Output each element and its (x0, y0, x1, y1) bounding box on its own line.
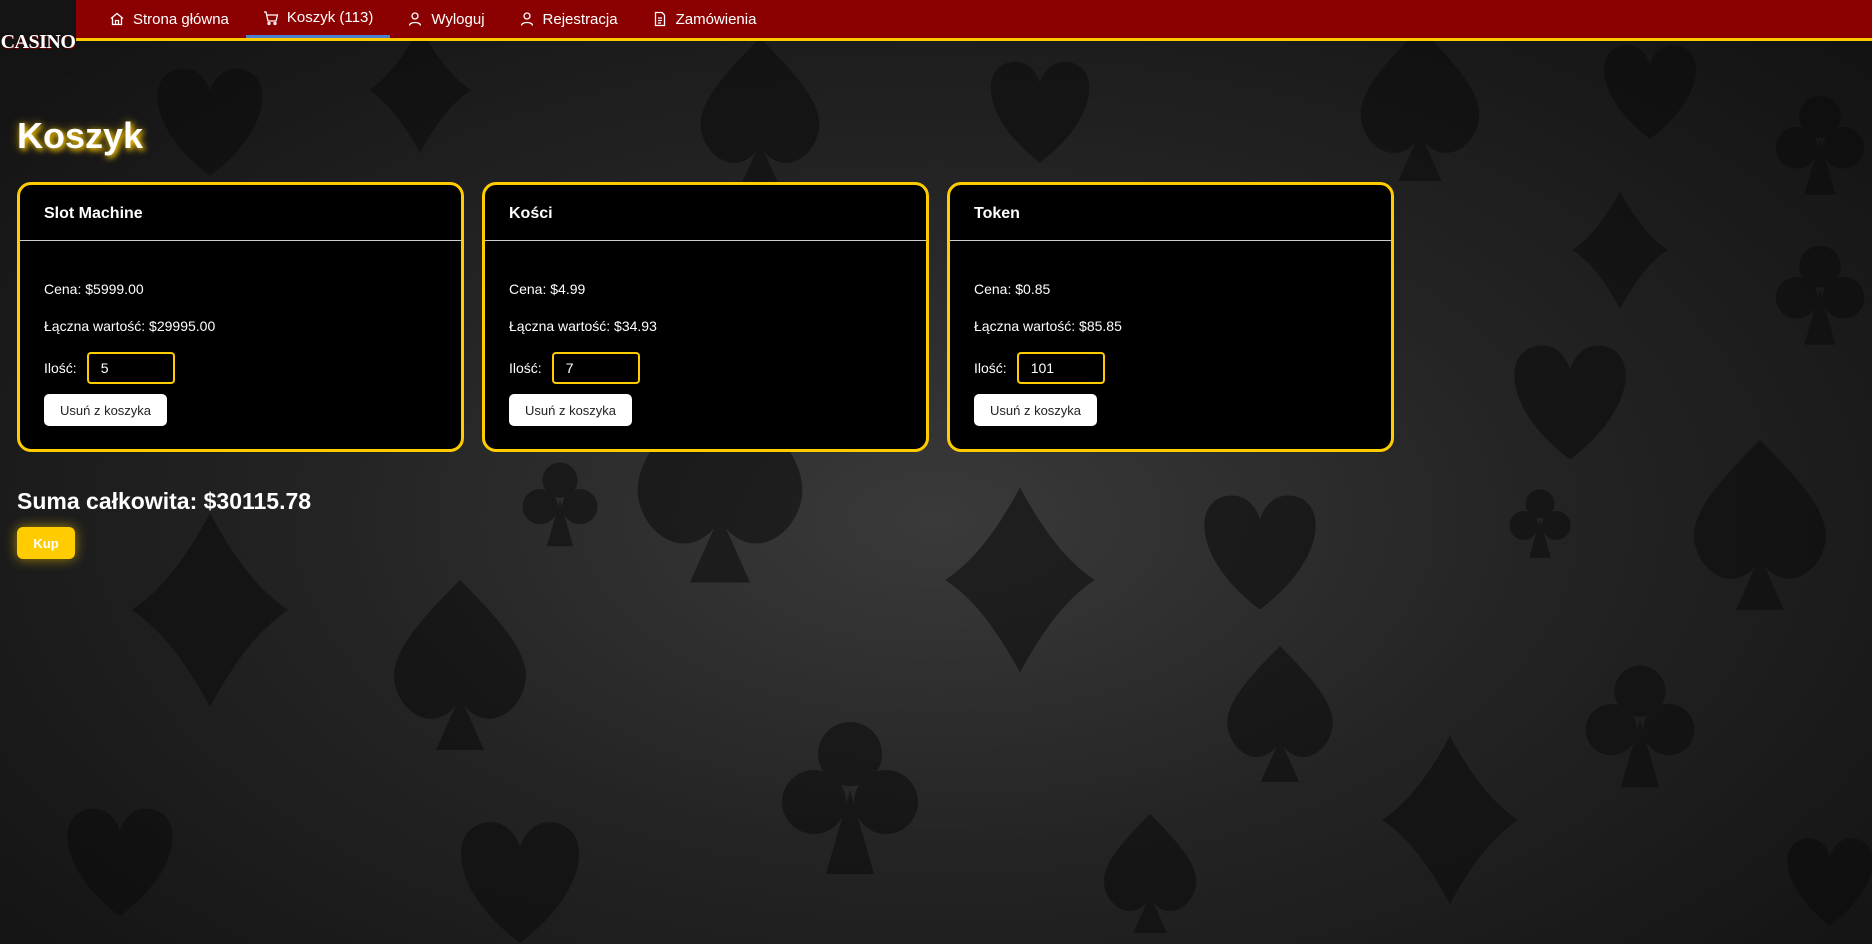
page-title: Koszyk (17, 115, 144, 156)
nav-item-logout[interactable]: Wyloguj (390, 0, 501, 38)
quantity-label: Ilość: (509, 360, 542, 376)
quantity-label: Ilość: (44, 360, 77, 376)
item-price: Cena: $0.85 (974, 281, 1051, 297)
top-navbar: CASINO Strona główna Koszyk (113) Wylogu… (0, 0, 1872, 76)
remove-from-cart-button[interactable]: Usuń z koszyka (974, 394, 1098, 426)
buy-button[interactable]: Kup (17, 527, 75, 559)
nav-item-label: Rejestracja (542, 10, 618, 28)
item-price: Cena: $5999.00 (44, 281, 144, 297)
item-total: Łączna wartość: $34.93 (509, 318, 657, 334)
nav-item-label: Wyloguj (431, 10, 485, 28)
document-icon (652, 11, 668, 27)
cart-items: Slot Machine Cena: $5999.00 Łączna warto… (17, 182, 1394, 452)
cart-page: Koszyk Slot Machine Cena: $5999.00 Łączn… (17, 115, 1394, 559)
item-price: Cena: $4.99 (509, 281, 586, 297)
nav-item-orders[interactable]: Zamówienia (635, 0, 774, 38)
item-name: Slot Machine (20, 185, 461, 241)
item-name: Kości (485, 185, 926, 241)
nav-item-home[interactable]: Strona główna (92, 0, 246, 38)
nav-item-label: Koszyk (113) (286, 9, 374, 26)
nav-item-label: Strona główna (133, 10, 229, 28)
logo-text: CASINO (0, 30, 76, 53)
nav-item-cart[interactable]: Koszyk (113) (245, 0, 391, 38)
nav-menu: Strona główna Koszyk (113) Wyloguj Rejes… (92, 0, 773, 38)
remove-from-cart-button[interactable]: Usuń z koszyka (44, 394, 168, 426)
cart-total: Suma całkowita: $30115.78 (17, 488, 312, 514)
quantity-input[interactable] (86, 352, 175, 384)
nav-item-register[interactable]: Rejestracja (502, 0, 635, 38)
cart-icon (263, 10, 279, 26)
quantity-label: Ilość: (974, 360, 1007, 376)
user-icon (407, 11, 423, 27)
casino-logo[interactable]: CASINO (0, 0, 76, 76)
remove-from-cart-button[interactable]: Usuń z koszyka (509, 394, 633, 426)
cart-item-card: Token Cena: $0.85 Łączna wartość: $85.85… (947, 182, 1394, 452)
cart-item-card: Slot Machine Cena: $5999.00 Łączna warto… (17, 182, 464, 452)
item-name: Token (950, 185, 1391, 241)
item-total: Łączna wartość: $85.85 (974, 318, 1122, 334)
item-total: Łączna wartość: $29995.00 (44, 318, 216, 334)
nav-item-label: Zamówienia (675, 10, 757, 28)
quantity-input[interactable] (551, 352, 640, 384)
cart-item-card: Kości Cena: $4.99 Łączna wartość: $34.93… (482, 182, 929, 452)
quantity-input[interactable] (1016, 352, 1105, 384)
home-icon (109, 11, 125, 27)
user-icon (519, 11, 535, 27)
